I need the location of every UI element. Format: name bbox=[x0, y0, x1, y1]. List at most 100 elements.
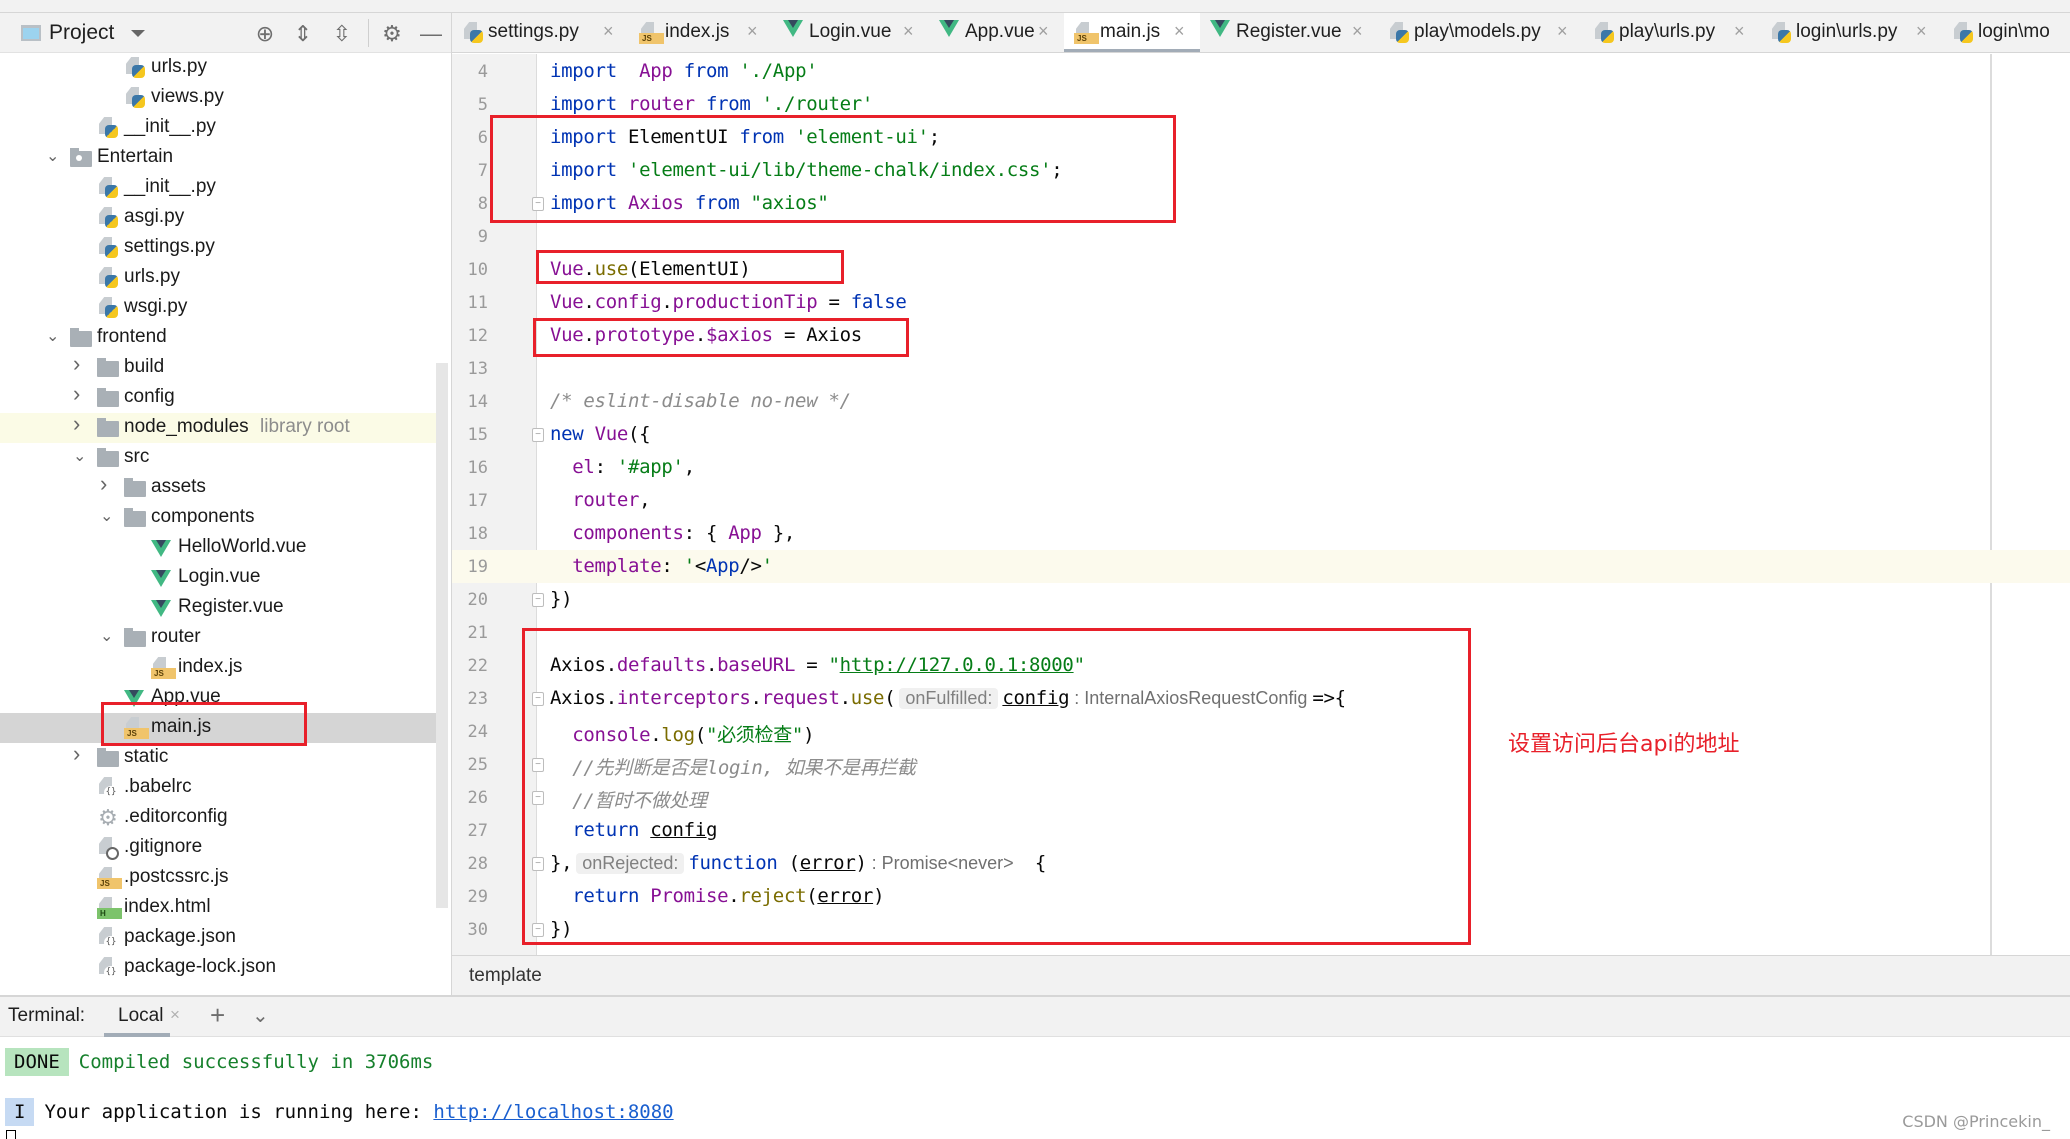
close-icon[interactable]: × bbox=[1734, 21, 1745, 42]
line-number: 5 bbox=[477, 95, 488, 115]
project-panel-scrollbar[interactable] bbox=[436, 363, 448, 908]
close-icon[interactable]: × bbox=[1916, 21, 1927, 42]
tree-item[interactable]: › static bbox=[0, 743, 440, 773]
tree-item[interactable]: ⌄ Entertain bbox=[0, 143, 440, 173]
editor-tab[interactable]: main.js × bbox=[1064, 13, 1200, 52]
folder-icon bbox=[124, 478, 146, 497]
editor-tab[interactable]: App.vue × bbox=[929, 13, 1064, 52]
terminal-tab-local[interactable]: Local × bbox=[104, 997, 180, 1037]
vue-file-icon bbox=[783, 20, 803, 37]
chevron-down-icon[interactable]: ⌄ bbox=[100, 507, 114, 527]
code-line[interactable]: 9 bbox=[452, 220, 2070, 253]
chevron-right-icon[interactable]: › bbox=[73, 413, 87, 435]
tree-item[interactable]: › node_modules library root bbox=[0, 413, 440, 443]
code-token: App bbox=[705, 555, 740, 577]
line-number: 18 bbox=[467, 524, 488, 544]
chevron-right-icon[interactable]: › bbox=[73, 353, 87, 375]
tree-item[interactable]: .babelrc bbox=[0, 773, 440, 803]
editor-tab[interactable]: login\urls.py × bbox=[1760, 13, 1942, 52]
tree-item[interactable]: .gitignore bbox=[0, 833, 440, 863]
code-token: }) bbox=[550, 588, 573, 610]
tree-item-label: urls.py bbox=[124, 266, 180, 287]
locate-icon[interactable]: ⊕ bbox=[252, 21, 278, 47]
chevron-right-icon[interactable]: › bbox=[73, 383, 87, 405]
tree-item[interactable]: __init__.py bbox=[0, 173, 440, 203]
close-icon[interactable]: × bbox=[603, 21, 614, 42]
editor-tab-label: play\models.py bbox=[1414, 21, 1541, 42]
close-icon[interactable]: × bbox=[1352, 21, 1363, 42]
close-icon[interactable]: × bbox=[747, 21, 758, 42]
code-text: }) bbox=[550, 588, 573, 610]
tree-item[interactable]: asgi.py bbox=[0, 203, 440, 233]
tree-item[interactable]: ⌄ router bbox=[0, 623, 440, 653]
tree-item[interactable]: index.html bbox=[0, 893, 440, 923]
tree-item[interactable]: views.py bbox=[0, 83, 440, 113]
tree-item[interactable]: urls.py bbox=[0, 263, 440, 293]
close-icon[interactable]: × bbox=[1557, 21, 1568, 42]
code-line[interactable]: 20 −}) bbox=[452, 583, 2070, 616]
fold-start-icon[interactable]: − bbox=[532, 428, 544, 442]
chevron-down-icon[interactable]: ⌄ bbox=[100, 627, 114, 647]
chevron-down-icon[interactable]: ⌄ bbox=[73, 447, 87, 467]
editor-tab[interactable]: Login.vue × bbox=[773, 13, 929, 52]
code-token: ' bbox=[761, 555, 773, 577]
code-line[interactable]: 17 router, bbox=[452, 484, 2070, 517]
collapse-all-icon[interactable]: ⇳ bbox=[329, 21, 355, 47]
editor-tab[interactable]: settings.py × bbox=[452, 13, 629, 52]
code-line[interactable]: 14 /* eslint-disable no-new */ bbox=[452, 385, 2070, 418]
close-icon[interactable]: × bbox=[1174, 21, 1185, 42]
code-line[interactable]: 15 − new Vue({ bbox=[452, 418, 2070, 451]
tree-item[interactable]: ⚙ .editorconfig bbox=[0, 803, 440, 833]
new-terminal-icon[interactable]: + bbox=[210, 1000, 225, 1031]
tree-item[interactable]: Login.vue bbox=[0, 563, 440, 593]
tree-item[interactable]: __init__.py bbox=[0, 113, 440, 143]
editor-tab[interactable]: play\urls.py × bbox=[1583, 13, 1760, 52]
chevron-down-icon[interactable]: ⌄ bbox=[46, 147, 60, 167]
code-line[interactable]: 4 import App from './App' bbox=[452, 55, 2070, 88]
tree-item[interactable]: index.js bbox=[0, 653, 440, 683]
project-view-selector[interactable]: Project bbox=[49, 21, 114, 45]
tree-item[interactable]: .postcssrc.js bbox=[0, 863, 440, 893]
fold-end-icon[interactable]: − bbox=[532, 593, 544, 607]
chevron-down-icon[interactable]: ⌄ bbox=[252, 1003, 269, 1028]
tree-item[interactable]: › build bbox=[0, 353, 440, 383]
tree-item[interactable]: package.json bbox=[0, 923, 440, 953]
close-icon[interactable]: × bbox=[1038, 21, 1049, 42]
tree-item[interactable]: Register.vue bbox=[0, 593, 440, 623]
chevron-right-icon[interactable]: › bbox=[73, 743, 87, 765]
editor-tab[interactable]: index.js × bbox=[629, 13, 773, 52]
tree-item[interactable]: settings.py bbox=[0, 233, 440, 263]
chevron-right-icon[interactable]: › bbox=[100, 473, 114, 495]
expand-all-icon[interactable]: ⇕ bbox=[290, 21, 316, 47]
tree-item[interactable]: ⌄ components bbox=[0, 503, 440, 533]
code-line[interactable]: 11 Vue.config.productionTip = false bbox=[452, 286, 2070, 319]
tree-item[interactable]: wsgi.py bbox=[0, 293, 440, 323]
folder-icon bbox=[97, 418, 119, 437]
tree-item-label: .babelrc bbox=[124, 776, 192, 797]
code-token: router bbox=[572, 489, 640, 511]
tree-item[interactable]: urls.py bbox=[0, 53, 440, 83]
editor-tab[interactable]: login\mo bbox=[1942, 13, 2062, 52]
tree-item[interactable]: › assets bbox=[0, 473, 440, 503]
gear-icon[interactable]: ⚙ bbox=[379, 21, 405, 47]
hide-icon[interactable]: — bbox=[418, 21, 444, 47]
chevron-down-icon[interactable] bbox=[131, 30, 145, 37]
localhost-link[interactable]: http://localhost:8080 bbox=[433, 1101, 673, 1123]
editor-tab[interactable]: Register.vue × bbox=[1200, 13, 1378, 52]
code-line[interactable]: 18 components: { App }, bbox=[452, 517, 2070, 550]
code-line[interactable]: 16 el: '#app', bbox=[452, 451, 2070, 484]
tree-item[interactable]: ⌄ frontend bbox=[0, 323, 440, 353]
close-icon[interactable]: × bbox=[170, 1005, 180, 1025]
close-icon[interactable]: × bbox=[903, 21, 914, 42]
tree-item[interactable]: package-lock.json bbox=[0, 953, 440, 983]
tree-item[interactable]: HelloWorld.vue bbox=[0, 533, 440, 563]
line-number: 27 bbox=[467, 821, 488, 841]
chevron-down-icon[interactable]: ⌄ bbox=[46, 327, 60, 347]
code-line[interactable]: 19 template: '<App/>' bbox=[452, 550, 2070, 583]
tree-item[interactable]: ⌄ src bbox=[0, 443, 440, 473]
editor-tab[interactable]: play\models.py × bbox=[1378, 13, 1583, 52]
editor-tab-label: login\urls.py bbox=[1796, 21, 1898, 42]
breadcrumb-item[interactable]: template bbox=[469, 965, 542, 987]
tree-item[interactable]: › config bbox=[0, 383, 440, 413]
